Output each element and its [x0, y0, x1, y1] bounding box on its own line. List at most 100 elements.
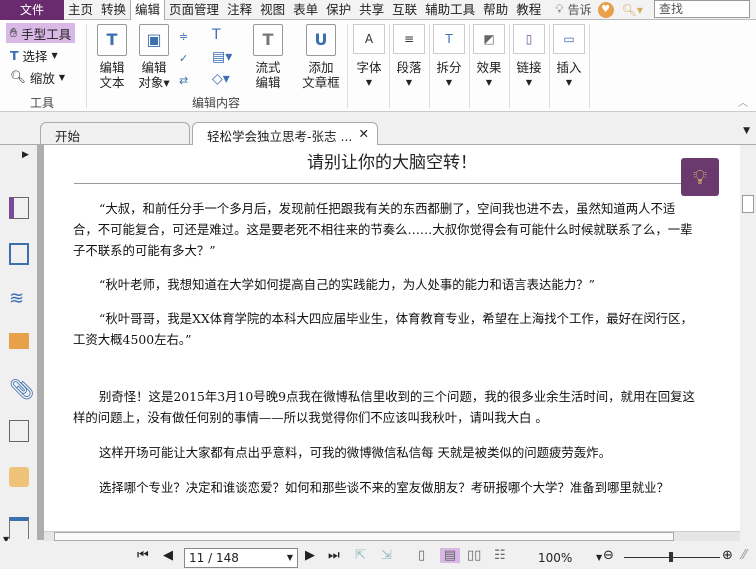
menu-convert[interactable]: 转换	[97, 0, 130, 20]
zoom-icon: 🔍︎	[10, 69, 26, 84]
edit-content-label: 编辑内容	[192, 96, 241, 110]
prev-page-button[interactable]: ◀	[163, 548, 173, 563]
menu-edit[interactable]: 编辑	[130, 0, 166, 20]
split-button[interactable]: T 拆分 ▼	[432, 24, 466, 90]
menu-accessibility[interactable]: 辅助工具	[421, 0, 479, 20]
paragraph: 别奇怪！这是2015年3月10号晚9点我在微博私信里收到的三个问题，我的很多业余…	[73, 389, 695, 425]
scroll-thumb[interactable]	[742, 195, 754, 213]
left-sidebar: ▶ ≋ 📎︎ ▼	[0, 145, 37, 544]
select-tool-button[interactable]: T 选择 ▼	[6, 45, 62, 65]
line-spacing-icon[interactable]: ≑	[179, 26, 188, 48]
zoom-level[interactable]: 100%	[538, 551, 572, 565]
spellcheck-icon[interactable]: ✓	[179, 48, 188, 70]
insert-icons[interactable]: T ▤▾ ◇▾	[212, 24, 232, 90]
font-icon: A	[353, 24, 385, 54]
select-text-icon: T	[10, 47, 19, 63]
continuous-page-icon[interactable]: ▤	[440, 548, 460, 563]
ribbon: ✋︎ 手型工具 T 选择 ▼ 🔍︎ 缩放 ▼ 工具 T 编辑 文本 ▣ 编辑 对象▾ ≑ ✓ ⇄ T ▤…	[0, 20, 756, 112]
edit-text-icon: T	[97, 24, 127, 56]
tab-list-dropdown-icon[interactable]: ▼	[743, 126, 750, 136]
status-bar	[0, 541, 756, 569]
tell-me[interactable]: 告诉	[568, 1, 594, 18]
last-page-button[interactable]: ⏭︎	[328, 548, 340, 563]
bookmark-icon[interactable]	[9, 197, 29, 219]
edit-object-button[interactable]: ▣ 编辑 对象▾	[134, 24, 174, 90]
vertical-scrollbar[interactable]	[740, 145, 756, 540]
font-button[interactable]: A 字体 ▼	[352, 24, 386, 90]
edit-text-button[interactable]: T 编辑 文本	[94, 24, 130, 90]
add-image-icon[interactable]: ▤▾	[212, 46, 232, 68]
paragraph: “秋叶哥哥，我是XX体育学院的本科大四应届毕业生，体育教育专业，希望在上海找个工…	[73, 311, 693, 347]
menu-bar: 文件 主页 转换 编辑 页面管理 注释 视图 表单 保护 共享 互联 辅助工具 …	[0, 0, 756, 20]
signature-icon[interactable]	[9, 420, 29, 442]
menu-page-manage[interactable]: 页面管理	[165, 0, 223, 20]
single-page-icon[interactable]: ▯	[418, 548, 425, 563]
panel-splitter[interactable]	[37, 145, 44, 540]
paragraph: 这样开场可能让大家都有点出乎意料，可我的微博微信私信每 天就是被类似的问题疲劳轰…	[99, 445, 611, 460]
zoom-tool-button[interactable]: 🔍︎ 缩放 ▼	[6, 67, 69, 87]
horizontal-scrollbar[interactable]	[44, 531, 740, 541]
security-lock-icon[interactable]	[9, 467, 29, 487]
form-fields-icon[interactable]	[9, 517, 29, 539]
add-shape-icon[interactable]: ◇▾	[212, 68, 232, 90]
menu-file[interactable]: 文件	[0, 0, 64, 20]
menu-view[interactable]: 视图	[256, 0, 289, 20]
split-icon: T	[433, 24, 465, 54]
heart-icon[interactable]: ♥	[597, 1, 614, 18]
menu-connect[interactable]: 互联	[388, 0, 421, 20]
search-input[interactable]: 查找	[654, 0, 750, 18]
zoom-label: 缩放	[29, 70, 55, 86]
link-icon: ▯	[513, 24, 545, 54]
paragraph-icon: ≡	[393, 24, 425, 54]
collapse-ribbon-icon[interactable]: ︿	[738, 94, 748, 109]
close-tab-icon[interactable]: ✕	[359, 126, 369, 141]
flow-edit-button[interactable]: T 流式 编辑	[250, 24, 286, 90]
insert-button[interactable]: ▭ 插入 ▼	[552, 24, 586, 90]
menu-share[interactable]: 共享	[355, 0, 388, 20]
resize-grip-icon[interactable]: ⁄⁄	[742, 548, 746, 563]
lightbulb-icon[interactable]: 💡︎	[555, 2, 563, 17]
zoom-out-button[interactable]: ⊖	[603, 548, 614, 563]
replace-icon[interactable]: ⇄	[179, 70, 188, 92]
comments-icon[interactable]	[9, 333, 29, 349]
menu-form[interactable]: 表单	[289, 0, 322, 20]
link-button[interactable]: ▯ 链接 ▼	[512, 24, 546, 90]
attachment-icon[interactable]: 📎︎	[9, 377, 34, 401]
continuous-facing-icon[interactable]: ☷	[494, 548, 506, 563]
menu-help[interactable]: 帮助	[479, 0, 512, 20]
select-label: 选择	[22, 48, 48, 64]
expand-panel-icon[interactable]: ▶	[22, 150, 29, 160]
add-text-icon[interactable]: T	[212, 24, 232, 46]
prev-view-icon[interactable]: ⇱	[355, 548, 366, 563]
h-scroll-thumb[interactable]	[54, 532, 674, 541]
article-icon: U	[306, 24, 336, 56]
hand-icon: ✋︎	[10, 25, 18, 40]
effect-icon: ◩	[473, 24, 505, 54]
tab-document[interactable]: 轻松学会独立思考-张志 ... ✕	[192, 122, 378, 145]
menu-home[interactable]: 主页	[64, 0, 97, 20]
small-edit-icons[interactable]: ≑ ✓ ⇄	[179, 26, 188, 92]
paragraph-button[interactable]: ≡ 段落 ▼	[392, 24, 426, 90]
zoom-slider-thumb[interactable]	[669, 552, 673, 562]
edit-object-icon: ▣	[139, 24, 169, 56]
page-number-input[interactable]: 11 / 148 ▼	[184, 548, 298, 568]
effect-button[interactable]: ◩ 效果 ▼	[472, 24, 506, 90]
zoom-in-button[interactable]: ⊕	[722, 548, 733, 563]
find-folder-icon[interactable]: 🔍︎▾	[622, 3, 643, 17]
facing-pages-icon[interactable]: ▯▯	[467, 548, 481, 563]
pages-icon[interactable]	[9, 243, 29, 265]
add-article-button[interactable]: U 添加 文章框	[300, 24, 342, 90]
menu-protect[interactable]: 保护	[322, 0, 355, 20]
paragraph: “秋叶老师，我想知道在大学如何提高自己的实践能力，为人处事的能力和语言表达能力？…	[99, 277, 595, 292]
hand-tool-button[interactable]: ✋︎ 手型工具	[6, 23, 76, 43]
zoom-dropdown-icon[interactable]: ▼	[596, 553, 602, 562]
menu-tutorial[interactable]: 教程	[512, 0, 545, 20]
next-view-icon[interactable]: ⇲	[381, 548, 392, 563]
title-divider	[74, 183, 694, 184]
lightbulb-tip-button[interactable]: 💡︎	[681, 158, 719, 196]
tab-start[interactable]: 开始	[40, 122, 190, 145]
menu-comment[interactable]: 注释	[223, 0, 256, 20]
layers-icon[interactable]: ≋	[9, 288, 29, 310]
next-page-button[interactable]: ▶	[305, 548, 315, 563]
first-page-button[interactable]: ⏮︎	[137, 548, 149, 563]
